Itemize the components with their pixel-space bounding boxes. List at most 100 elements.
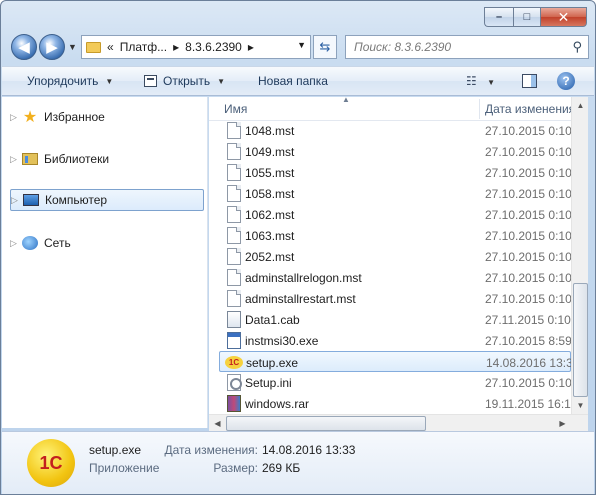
file-row-1055-mst[interactable]: 1055.mst 27.10.2015 0:10: [219, 162, 571, 183]
1c-icon: 1С: [225, 356, 243, 369]
column-header-date[interactable]: Дата изменения: [485, 102, 571, 116]
details-modified-value: 14.08.2016 13:33: [262, 443, 356, 457]
back-button[interactable]: ◀: [11, 34, 37, 60]
change-view-button[interactable]: ☷ ▼: [466, 74, 495, 88]
file-row-1063-mst[interactable]: 1063.mst 27.10.2015 0:10: [219, 225, 571, 246]
file-row-setup-ini[interactable]: Setup.ini 27.10.2015 0:10: [219, 372, 571, 393]
search-input[interactable]: Поиск: 8.3.6.2390 ⚲: [345, 35, 589, 59]
expand-icon[interactable]: ▷: [10, 112, 22, 123]
file-name: instmsi30.exe: [245, 334, 319, 348]
forward-button[interactable]: ▶: [39, 34, 65, 60]
file-row-windows-rar[interactable]: windows.rar 19.11.2015 16:16: [219, 393, 571, 414]
scroll-right-icon[interactable]: ▶: [554, 415, 571, 432]
document-icon: [227, 206, 241, 223]
search-icon[interactable]: ⚲: [572, 39, 582, 55]
file-row-instmsi30-exe[interactable]: instmsi30.exe 27.10.2015 8:59: [219, 330, 571, 351]
new-folder-label: Новая папка: [258, 74, 328, 88]
file-date: 27.10.2015 0:10: [485, 208, 571, 222]
file-list: ▲ Имя Дата изменения 1048.mst 27.10.2015…: [209, 97, 571, 414]
help-icon[interactable]: ?: [557, 72, 575, 90]
scroll-left-icon[interactable]: ◀: [209, 415, 226, 432]
document-icon: [227, 248, 241, 265]
details-size-value: 269 КБ: [262, 461, 301, 475]
address-prefix[interactable]: «: [107, 40, 114, 54]
breadcrumb-version[interactable]: 8.3.6.2390: [185, 40, 242, 54]
new-folder-button[interactable]: Новая папка: [258, 74, 328, 88]
navigation-pane: ▷ ★ Избранное ▷ Библиотеки ▷ Компьютер ▷…: [2, 97, 208, 428]
scroll-up-icon[interactable]: ▲: [572, 97, 589, 114]
horizontal-scrollbar[interactable]: ◀ ▶: [209, 414, 588, 431]
file-name: adminstallrelogon.mst: [245, 271, 362, 285]
file-row-2052-mst[interactable]: 2052.mst 27.10.2015 0:10: [219, 246, 571, 267]
computer-icon: [23, 194, 39, 206]
file-row-setup-exe[interactable]: 1С setup.exe 14.08.2016 13:33: [219, 351, 571, 372]
sidebar-item-label: Избранное: [44, 110, 105, 124]
address-bar[interactable]: « Платф... ▸ 8.3.6.2390 ▸ ▼: [81, 35, 311, 59]
vertical-scroll-thumb[interactable]: [573, 283, 588, 397]
sidebar-item-label: Библиотеки: [44, 152, 110, 166]
breadcrumb-separator-icon[interactable]: ▸: [248, 40, 254, 54]
recent-pages-dropdown-icon[interactable]: ▼: [68, 42, 77, 52]
file-name: 2052.mst: [245, 250, 295, 264]
chevron-down-icon: ▼: [105, 76, 114, 86]
cab-icon: [227, 311, 241, 328]
open-button[interactable]: Открыть ▼: [144, 74, 225, 88]
scroll-down-icon[interactable]: ▼: [572, 397, 589, 414]
document-icon: [227, 122, 241, 139]
column-divider[interactable]: [479, 99, 480, 119]
sidebar-item-favorites[interactable]: ▷ ★ Избранное: [10, 106, 204, 128]
file-name: 1055.mst: [245, 166, 295, 180]
file-date: 27.10.2015 0:10: [485, 292, 571, 306]
details-pane: 1С setup.exe Приложение Дата изменения: …: [2, 431, 594, 494]
file-date: 27.10.2015 0:10: [485, 271, 571, 285]
address-dropdown-icon[interactable]: ▼: [297, 40, 306, 50]
details-modified-label: Дата изменения:: [164, 443, 259, 457]
expand-icon[interactable]: ▷: [10, 154, 22, 165]
file-row-adminstallrelogon[interactable]: adminstallrelogon.mst 27.10.2015 0:10: [219, 267, 571, 288]
file-row-adminstallrestart[interactable]: adminstallrestart.mst 27.10.2015 0:10: [219, 288, 571, 309]
file-date: 27.10.2015 8:59: [485, 334, 571, 348]
preview-pane-icon[interactable]: [522, 74, 537, 88]
file-name: 1049.mst: [245, 145, 295, 159]
file-date: 27.10.2015 0:10: [485, 145, 571, 159]
minimize-button[interactable]: –: [484, 7, 513, 27]
open-label: Открыть: [163, 74, 211, 88]
refresh-button[interactable]: ⇆: [313, 35, 337, 59]
expand-icon[interactable]: ▷: [10, 238, 22, 249]
settings-file-icon: [227, 374, 242, 391]
file-date: 27.10.2015 0:10: [485, 250, 571, 264]
view-options-icon: ☷: [466, 74, 477, 88]
file-date: 27.10.2015 0:10: [485, 229, 571, 243]
file-row-1049-mst[interactable]: 1049.mst 27.10.2015 0:10: [219, 141, 571, 162]
file-name: 1058.mst: [245, 187, 295, 201]
maximize-button[interactable]: □: [513, 7, 540, 27]
file-row-1062-mst[interactable]: 1062.mst 27.10.2015 0:10: [219, 204, 571, 225]
vertical-scrollbar[interactable]: ▲ ▼: [571, 97, 588, 414]
organize-button[interactable]: Упорядочить ▼: [27, 74, 113, 88]
breadcrumb-platform[interactable]: Платф...: [120, 40, 167, 54]
expand-icon[interactable]: ▷: [11, 195, 23, 206]
file-row-1048-mst[interactable]: 1048.mst 27.10.2015 0:10: [219, 120, 571, 141]
column-header-name[interactable]: Имя: [224, 102, 247, 116]
organize-label: Упорядочить: [27, 74, 99, 88]
horizontal-scroll-thumb[interactable]: [226, 416, 426, 431]
file-date: 27.10.2015 0:10: [485, 166, 571, 180]
details-size-label: Размер:: [213, 461, 258, 475]
document-icon: [227, 185, 241, 202]
breadcrumb-separator-icon[interactable]: ▸: [173, 40, 179, 54]
file-name: 1062.mst: [245, 208, 295, 222]
caption-buttons: – □ ✕: [484, 7, 587, 27]
folder-icon: [86, 41, 101, 53]
explorer-window: – □ ✕ ◀ ▶ ▼ « Платф... ▸ 8.3.6.2390 ▸ ▼ …: [0, 0, 596, 495]
rar-icon: [227, 395, 241, 412]
sidebar-item-network[interactable]: ▷ Сеть: [10, 232, 204, 254]
network-icon: [22, 236, 38, 250]
sidebar-item-computer[interactable]: ▷ Компьютер: [10, 189, 204, 211]
file-row-data1-cab[interactable]: Data1.cab 27.11.2015 0:10: [219, 309, 571, 330]
close-button[interactable]: ✕: [540, 7, 587, 27]
file-row-1058-mst[interactable]: 1058.mst 27.10.2015 0:10: [219, 183, 571, 204]
sidebar-item-libraries[interactable]: ▷ Библиотеки: [10, 148, 204, 170]
chevron-down-icon: ▼: [217, 76, 226, 86]
file-date: 14.08.2016 13:33: [486, 356, 571, 370]
document-icon: [227, 143, 241, 160]
